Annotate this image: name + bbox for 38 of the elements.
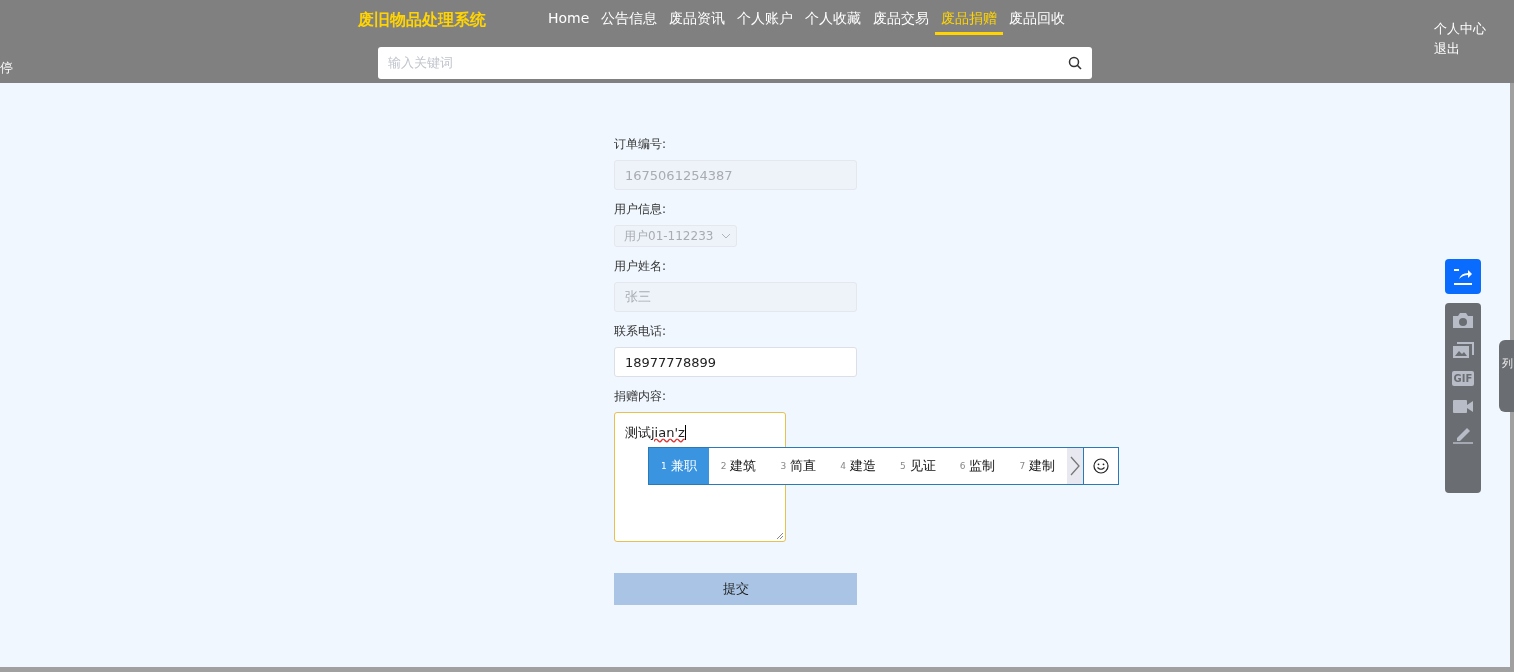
field-label: 订单编号: [614,136,668,153]
site-logo[interactable]: 废旧物品处理系统 [358,10,542,31]
nav-tab[interactable]: 废品资讯 [663,0,732,35]
submit-button[interactable]: 提交 [614,573,857,605]
nav-tab[interactable]: 废品回收 [1003,0,1072,35]
share-icon [1453,267,1473,286]
video-camera-icon[interactable] [1452,398,1474,414]
gif-icon[interactable]: GIF [1451,371,1475,386]
nav-tab[interactable]: 个人收藏 [799,0,868,35]
resize-grip-icon[interactable] [776,532,784,540]
field-label: 用户信息: [614,201,668,218]
field-label: 联系电话: [614,323,668,340]
nav-tab[interactable]: Home [542,0,596,35]
header-text: 停 [0,59,13,77]
camera-icon[interactable] [1452,311,1474,329]
nav-tab[interactable]: 废品捐赠 [935,0,1004,35]
ime-candidate[interactable]: 5 见证 [887,448,948,484]
nav-tab[interactable]: 废品交易 [867,0,936,35]
ime-candidate[interactable]: 6 监制 [947,448,1008,484]
chevron-down-icon [721,233,731,239]
chevron-right-icon[interactable] [1069,454,1082,478]
side-tab[interactable]: 列 [1499,340,1514,412]
ime-candidate[interactable]: 7 建制 [1007,448,1068,484]
pencil-icon[interactable] [1452,426,1474,444]
field-label: 用户姓名: [614,258,668,275]
user-link[interactable]: 退出 [1434,40,1486,58]
nav-tab[interactable]: 个人账户 [731,0,800,35]
field-label: 捐赠内容: [614,388,668,405]
images-icon[interactable] [1452,341,1474,359]
ime-candidate[interactable]: 4 建造 [828,448,888,484]
ime-candidate[interactable]: 2 建筑 [708,448,769,484]
share-button[interactable] [1445,259,1481,294]
search-icon[interactable] [1068,56,1082,70]
user-link[interactable]: 个人中心 [1434,20,1486,38]
ime-candidate[interactable]: 1 兼职 [649,448,709,484]
smiley-icon[interactable] [1093,458,1110,474]
input-field[interactable]: 18977778899 [614,347,857,377]
nav-tab[interactable]: 公告信息 [595,0,664,35]
